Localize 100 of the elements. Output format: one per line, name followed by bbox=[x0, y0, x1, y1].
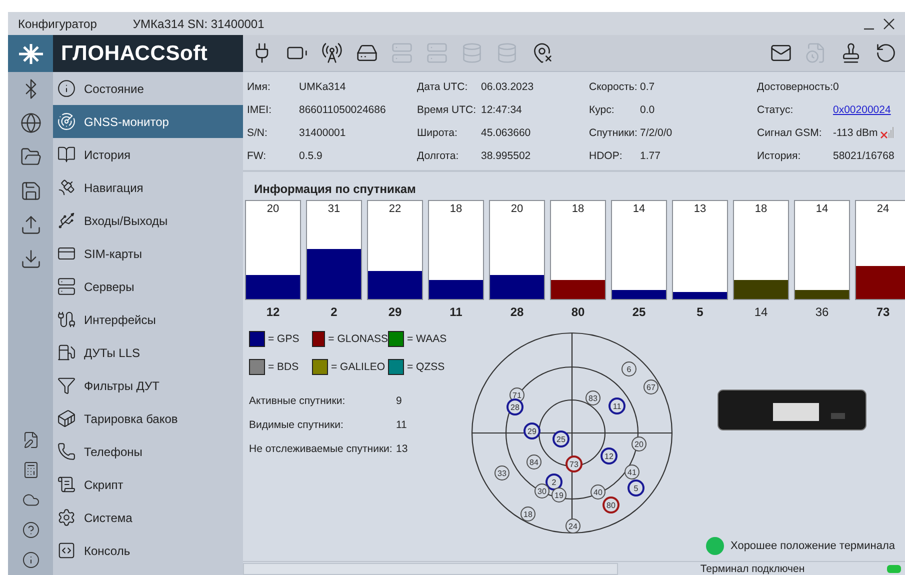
satellite-marker: 30 bbox=[534, 484, 550, 498]
field-value: 1.77 bbox=[640, 150, 662, 162]
satellite-icon bbox=[57, 178, 76, 197]
field-label: Скорость: bbox=[589, 80, 638, 92]
field-value: 38.995502 bbox=[481, 150, 532, 162]
download-icon[interactable] bbox=[20, 248, 42, 270]
field-value: -113 dBm bbox=[833, 126, 878, 138]
nav-item[interactable]: Телефоны bbox=[53, 435, 243, 468]
snr-value: 18 bbox=[572, 203, 584, 217]
nav-item[interactable]: Скрипт bbox=[53, 468, 243, 501]
nav-item[interactable]: GNSS-монитор bbox=[53, 105, 243, 138]
field-value: 0 bbox=[833, 80, 840, 92]
filter-icon bbox=[57, 376, 76, 395]
field-label: Время UTC: bbox=[417, 104, 478, 116]
close-icon[interactable] bbox=[883, 18, 895, 30]
nav-item[interactable]: Фильтры ДУТ bbox=[53, 369, 243, 402]
scroll-icon bbox=[57, 475, 76, 494]
satellite-marker: 12 bbox=[600, 448, 618, 464]
legend-item: = WAAS bbox=[388, 331, 468, 347]
satellite-marker: 19 bbox=[552, 488, 566, 502]
nav-item[interactable]: История bbox=[53, 138, 243, 171]
server-icon bbox=[57, 277, 76, 296]
satellite-marker: 84 bbox=[526, 454, 542, 470]
save-icon[interactable] bbox=[20, 180, 42, 202]
satellite-marker: 2 bbox=[546, 474, 562, 490]
stat-value: 13 bbox=[396, 443, 409, 455]
snr-value: 22 bbox=[388, 203, 402, 217]
nav-item[interactable]: Входы/Выходы bbox=[53, 204, 243, 237]
mail-icon[interactable] bbox=[770, 42, 792, 64]
field-value: 06.03.2023 bbox=[481, 80, 535, 92]
code-icon bbox=[57, 541, 76, 560]
help-icon[interactable] bbox=[22, 521, 40, 539]
info-icon[interactable] bbox=[22, 551, 40, 569]
stat-label: Не отслеживаемые спутники: bbox=[249, 443, 394, 455]
section-title: Информация по спутникам bbox=[253, 181, 417, 198]
cable-icon bbox=[57, 310, 76, 329]
satellite-marker: 33 bbox=[494, 466, 510, 480]
nav-item[interactable]: Тарировка баков bbox=[53, 402, 243, 435]
legend-item: = GPS bbox=[249, 331, 312, 347]
connection-status: Терминал подключен bbox=[699, 562, 806, 574]
logo-text: ГЛОНАССSoft bbox=[53, 35, 243, 72]
snr-value: 24 bbox=[876, 203, 890, 217]
field-label: Спутники: bbox=[589, 126, 638, 138]
satellite-number: 12 bbox=[266, 305, 280, 319]
globe-icon[interactable] bbox=[20, 112, 42, 134]
satellite-number: 14 bbox=[754, 305, 768, 319]
document-edit-icon[interactable] bbox=[22, 431, 40, 449]
field-value: 7/2/0/0 bbox=[640, 126, 674, 138]
nav-item[interactable]: Навигация bbox=[53, 171, 243, 204]
nav-item[interactable]: Интерфейсы bbox=[53, 303, 243, 336]
snr-value: 18 bbox=[754, 203, 768, 217]
field-label: Долгота: bbox=[417, 150, 460, 162]
folder-icon[interactable] bbox=[20, 146, 42, 168]
nav-item[interactable]: Система bbox=[53, 501, 243, 534]
satellite-number: 80 bbox=[571, 305, 585, 319]
legend-item: = BDS bbox=[249, 359, 312, 375]
field-label: Курс: bbox=[589, 104, 616, 116]
nav-item[interactable]: Консоль bbox=[53, 534, 243, 567]
field-label: FW: bbox=[247, 150, 268, 162]
position-status: Хорошее положение терминала bbox=[730, 540, 895, 552]
device-title: УМКа314 SN: 31400001 bbox=[132, 16, 264, 30]
satellite-marker: 41 bbox=[624, 464, 640, 480]
satellite-number: 2 bbox=[330, 305, 338, 319]
satellite-number: 29 bbox=[388, 305, 402, 319]
satellite-marker: 83 bbox=[586, 390, 600, 406]
stat-value: 11 bbox=[396, 419, 408, 431]
nav-item[interactable]: ДУТы LLS bbox=[53, 336, 243, 369]
satellite-number: 73 bbox=[876, 305, 890, 319]
window-title: Конфигуратор bbox=[18, 16, 97, 30]
radar-icon bbox=[57, 112, 76, 131]
server-icon[interactable] bbox=[356, 42, 378, 64]
calculator-icon[interactable] bbox=[22, 461, 40, 479]
satellite-marker: 5 bbox=[628, 480, 644, 496]
usb-icon bbox=[57, 211, 76, 230]
nav-item[interactable]: Состояние bbox=[53, 72, 243, 105]
status-link[interactable]: 0x00200024 bbox=[833, 104, 891, 116]
snr-value: 18 bbox=[450, 203, 462, 217]
upload-icon[interactable] bbox=[20, 214, 42, 236]
satellite-marker: 28 bbox=[506, 398, 524, 416]
satellite-marker: 18 bbox=[520, 506, 536, 522]
satellite-marker: 40 bbox=[590, 484, 606, 500]
stamp-icon[interactable] bbox=[840, 42, 862, 64]
field-label: Имя: bbox=[247, 80, 272, 92]
pin-icon[interactable] bbox=[531, 42, 553, 64]
nav-item[interactable]: Серверы bbox=[53, 270, 243, 303]
fuel-icon bbox=[57, 343, 76, 362]
no-signal-icon bbox=[880, 126, 894, 138]
satellite-number: 11 bbox=[450, 305, 462, 319]
field-label: HDOP: bbox=[589, 150, 624, 162]
antenna-icon[interactable] bbox=[321, 42, 343, 64]
field-value: 58021/16768 bbox=[833, 150, 896, 162]
satellite-marker: 67 bbox=[644, 380, 658, 394]
settings-icon bbox=[57, 508, 76, 527]
snr-value: 13 bbox=[694, 203, 706, 217]
field-label: Статус: bbox=[757, 104, 794, 116]
satellite-marker: 25 bbox=[552, 430, 570, 448]
field-label: Широта: bbox=[417, 126, 458, 138]
replay-icon[interactable] bbox=[875, 42, 897, 64]
nav-item[interactable]: SIM-карты bbox=[53, 237, 243, 270]
field-label: Дата UTC: bbox=[417, 80, 469, 92]
